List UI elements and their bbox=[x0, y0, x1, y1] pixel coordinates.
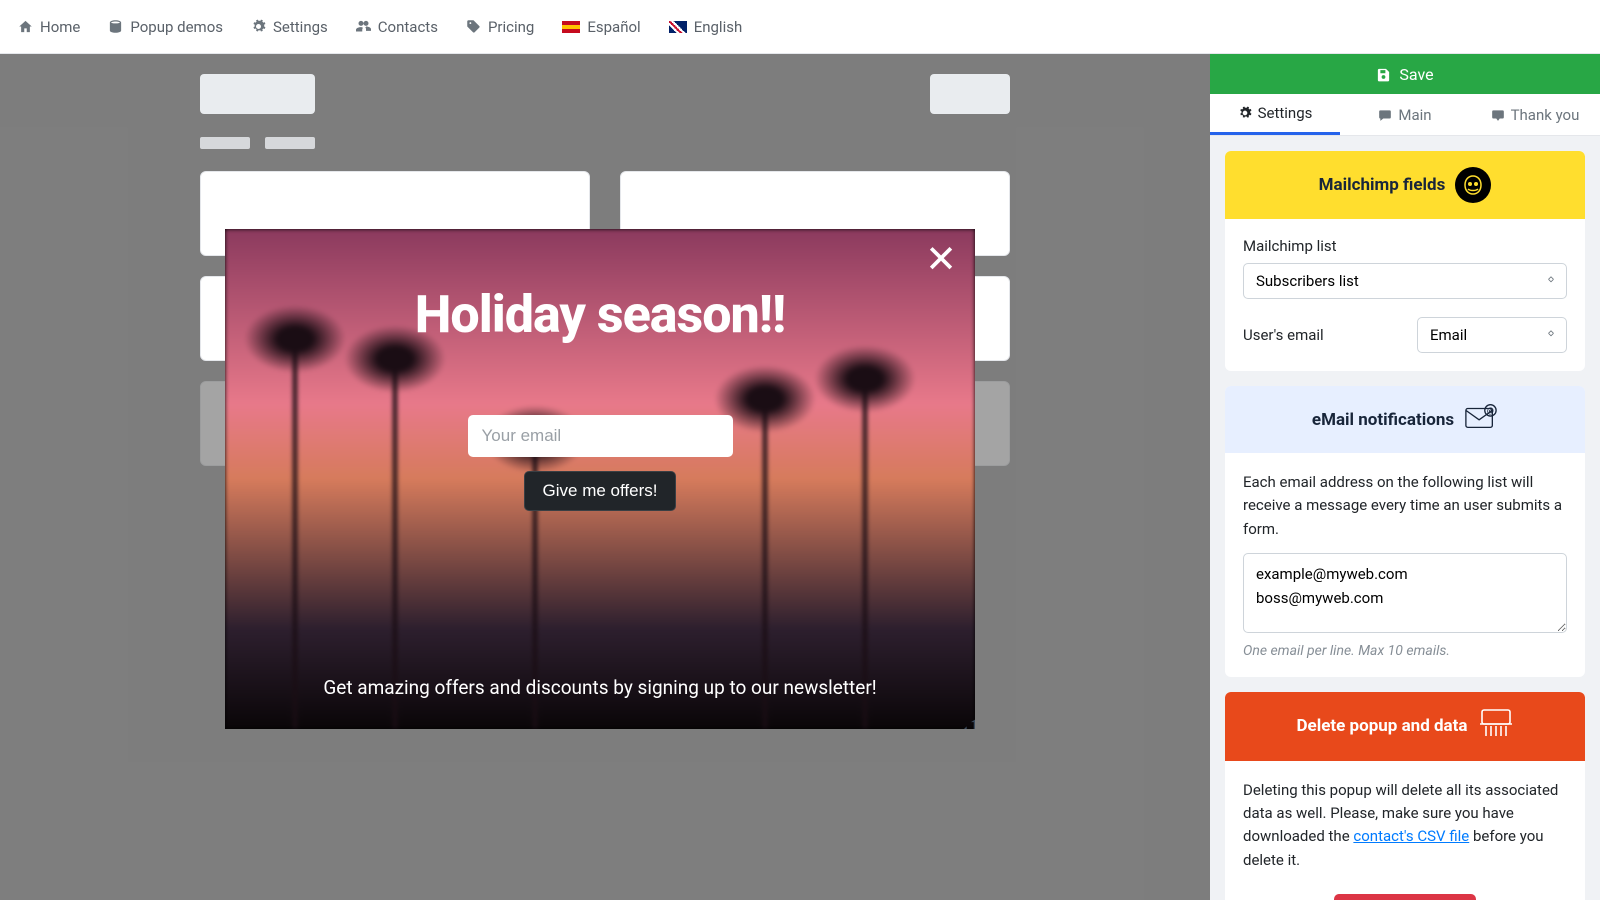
notifications-hint: One email per line. Max 10 emails. bbox=[1243, 643, 1567, 659]
nav-pricing-label: Pricing bbox=[488, 18, 534, 36]
tab-thankyou[interactable]: Thank you bbox=[1470, 94, 1600, 135]
sidebar-tabs: Settings Main Thank you bbox=[1210, 94, 1600, 136]
nav-english-label: English bbox=[694, 18, 743, 36]
nav-popup-demos[interactable]: Popup demos bbox=[108, 18, 223, 36]
nav-home[interactable]: Home bbox=[18, 18, 80, 36]
contacts-csv-link[interactable]: contact's CSV file bbox=[1353, 827, 1469, 845]
nav-settings-label: Settings bbox=[273, 18, 328, 36]
users-icon bbox=[356, 19, 371, 34]
chat-icon bbox=[1491, 108, 1505, 122]
nav-lang-es[interactable]: Español bbox=[562, 18, 640, 36]
popup-preview[interactable]: ✕ Holiday season!! Give me offers! Get a… bbox=[225, 229, 975, 729]
top-nav: Home Popup demos Settings Contacts Prici… bbox=[0, 0, 1600, 54]
notifications-desc: Each email address on the following list… bbox=[1243, 471, 1567, 541]
tab-main-label: Main bbox=[1398, 106, 1431, 124]
delete-panel-header-label: Delete popup and data bbox=[1296, 716, 1467, 736]
email-notifications-panel: eMail notifications @ Each email address… bbox=[1225, 386, 1585, 677]
gear-icon bbox=[1238, 106, 1252, 120]
save-button[interactable]: Save bbox=[1210, 54, 1600, 94]
flag-en-icon bbox=[669, 21, 687, 33]
delete-popup-button[interactable]: Delete popup bbox=[1334, 894, 1476, 900]
popup-email-input[interactable] bbox=[468, 415, 733, 457]
svg-text:@: @ bbox=[1487, 406, 1494, 415]
nav-contacts-label: Contacts bbox=[378, 18, 438, 36]
nav-pricing[interactable]: Pricing bbox=[466, 18, 534, 36]
tab-thankyou-label: Thank you bbox=[1511, 106, 1580, 124]
delete-desc: Deleting this popup will delete all its … bbox=[1243, 779, 1567, 872]
nav-espanol-label: Español bbox=[587, 18, 640, 36]
tab-settings[interactable]: Settings bbox=[1210, 94, 1340, 135]
mailchimp-list-label: Mailchimp list bbox=[1243, 237, 1567, 255]
tab-main[interactable]: Main bbox=[1340, 94, 1470, 135]
nav-settings[interactable]: Settings bbox=[251, 18, 328, 36]
nav-lang-en[interactable]: English bbox=[669, 18, 743, 36]
email-notifications-header: eMail notifications @ bbox=[1225, 386, 1585, 453]
mailchimp-panel: Mailchimp fields Mailchimp list Subscrib… bbox=[1225, 151, 1585, 371]
home-icon bbox=[18, 19, 33, 34]
mailchimp-list-select[interactable]: Subscribers list bbox=[1243, 263, 1567, 299]
delete-panel-header: Delete popup and data bbox=[1225, 692, 1585, 761]
popup-submit-button[interactable]: Give me offers! bbox=[524, 471, 677, 511]
settings-sidebar: Save Settings Main Thank you Mailchimp f… bbox=[1210, 54, 1600, 900]
mail-at-icon: @ bbox=[1464, 402, 1498, 437]
tab-settings-label: Settings bbox=[1258, 104, 1313, 122]
popup-subtitle[interactable]: Get amazing offers and discounts by sign… bbox=[323, 676, 876, 699]
delete-panel: Delete popup and data Deleting this popu… bbox=[1225, 692, 1585, 900]
tags-icon bbox=[466, 19, 481, 34]
nav-home-label: Home bbox=[40, 18, 80, 36]
mailchimp-header: Mailchimp fields bbox=[1225, 151, 1585, 219]
save-label: Save bbox=[1399, 65, 1433, 84]
nav-contacts[interactable]: Contacts bbox=[356, 18, 438, 36]
canvas-area: ✕ Holiday season!! Give me offers! Get a… bbox=[0, 54, 1210, 900]
mailchimp-header-label: Mailchimp fields bbox=[1319, 175, 1446, 195]
email-notifications-header-label: eMail notifications bbox=[1312, 410, 1454, 430]
flag-es-icon bbox=[562, 21, 580, 33]
save-icon bbox=[1376, 67, 1391, 82]
shredder-icon bbox=[1478, 708, 1514, 745]
popup-title[interactable]: Holiday season!! bbox=[415, 284, 785, 345]
nav-popup-demos-label: Popup demos bbox=[130, 18, 223, 36]
user-email-select[interactable]: Email bbox=[1417, 317, 1567, 353]
mailchimp-logo-icon bbox=[1455, 167, 1491, 203]
gear-icon bbox=[251, 19, 266, 34]
notifications-emails-textarea[interactable] bbox=[1243, 553, 1567, 633]
database-icon bbox=[108, 19, 123, 34]
user-email-label: User's email bbox=[1243, 326, 1324, 344]
speech-icon bbox=[1378, 108, 1392, 122]
